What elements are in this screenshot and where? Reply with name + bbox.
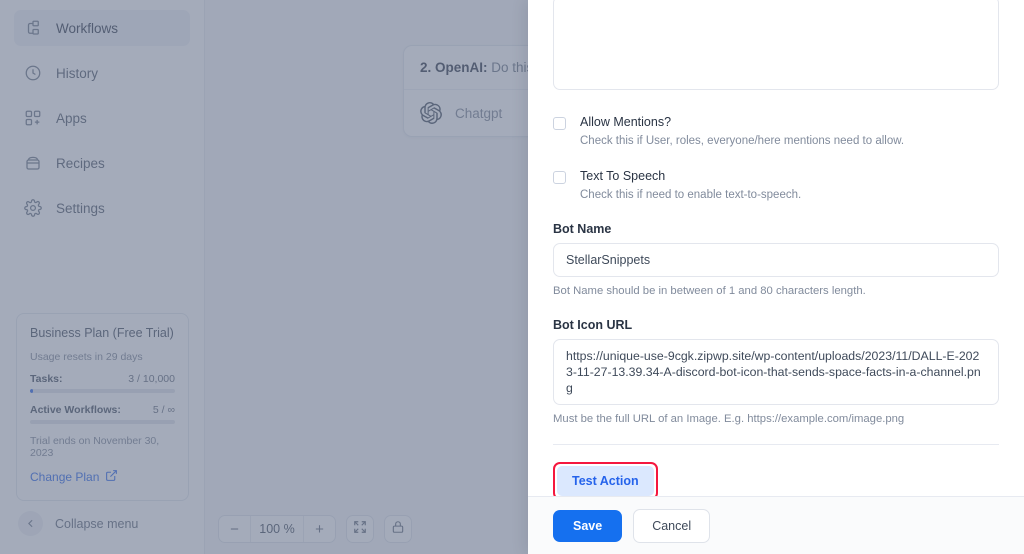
allow-mentions-label: Allow Mentions? — [580, 115, 672, 129]
sidebar-item-settings[interactable]: Settings — [14, 190, 190, 226]
collapse-menu-label: Collapse menu — [55, 516, 139, 531]
zoom-toolbar: − 100 % + — [218, 515, 412, 543]
plan-title: Business Plan (Free Trial) — [30, 326, 174, 340]
zoom-in-button[interactable]: + — [304, 516, 335, 542]
workflow-node-openai[interactable]: 2. OpenAI: Do this Chatgpt — [403, 45, 528, 137]
fit-screen-button[interactable] — [346, 515, 374, 543]
sidebar-item-label: Settings — [56, 200, 105, 216]
apps-icon — [24, 109, 42, 127]
sidebar-item-label: Workflows — [56, 20, 119, 36]
app-root: Workflows History Apps Recipes Settings … — [0, 0, 1024, 554]
node-body: Chatgpt — [404, 90, 528, 136]
bot-icon-url-group: Bot Icon URL https://unique-use-9cgk.zip… — [553, 318, 999, 427]
bot-name-input[interactable] — [553, 243, 999, 277]
trial-end-text: Trial ends on November 30, 2023 — [30, 435, 160, 459]
background-app: Workflows History Apps Recipes Settings … — [0, 0, 528, 554]
recipes-icon — [24, 154, 42, 172]
tasks-label: Tasks: — [30, 373, 63, 385]
external-link-icon — [105, 469, 118, 485]
action-config-panel: Allow Mentions? Check this if User, role… — [528, 0, 1024, 554]
change-plan-label: Change Plan — [30, 470, 100, 484]
panel-scroll-area[interactable]: Allow Mentions? Check this if User, role… — [528, 0, 1024, 496]
change-plan-link[interactable]: Change Plan — [30, 469, 118, 485]
bot-name-group: Bot Name Bot Name should be in between o… — [553, 222, 999, 299]
workflows-progress-track — [30, 420, 175, 424]
sidebar-item-label: Recipes — [56, 155, 105, 171]
history-icon — [24, 64, 42, 82]
usage-reset-text: Usage resets in 29 days — [30, 351, 143, 363]
text-to-speech-row: Text To Speech Check this if need to ena… — [553, 168, 999, 203]
tasks-meter-row: Tasks: 3 / 10,000 — [30, 373, 175, 385]
settings-icon — [24, 199, 42, 217]
sidebar-item-workflows[interactable]: Workflows — [14, 10, 190, 46]
active-workflows-value: 5 / ∞ — [152, 404, 175, 416]
tasks-progress-fill — [30, 389, 33, 393]
lock-canvas-button[interactable] — [384, 515, 412, 543]
fit-screen-icon — [353, 520, 367, 539]
allow-mentions-text: Allow Mentions? Check this if User, role… — [580, 114, 904, 149]
test-action-button[interactable]: Test Action — [557, 466, 654, 496]
tasks-value: 3 / 10,000 — [128, 373, 175, 385]
sidebar-item-recipes[interactable]: Recipes — [14, 145, 190, 181]
allow-mentions-checkbox[interactable] — [553, 117, 566, 130]
chevron-left-icon — [18, 511, 43, 536]
save-button[interactable]: Save — [553, 509, 623, 542]
bot-icon-url-label: Bot Icon URL — [553, 318, 633, 332]
text-to-speech-help: Check this if need to enable text-to-spe… — [580, 189, 802, 201]
allow-mentions-help: Check this if User, roles, everyone/here… — [580, 135, 905, 147]
allow-mentions-row: Allow Mentions? Check this if User, role… — [553, 114, 999, 149]
sidebar-item-label: Apps — [56, 110, 87, 126]
collapse-menu-button[interactable]: Collapse menu — [18, 511, 138, 536]
zoom-out-button[interactable]: − — [219, 516, 250, 542]
text-to-speech-text: Text To Speech Check this if need to ena… — [580, 168, 801, 203]
bot-icon-url-input[interactable]: https://unique-use-9cgk.zipwp.site/wp-co… — [553, 339, 999, 405]
sidebar-item-apps[interactable]: Apps — [14, 100, 190, 136]
test-action-highlight: Test Action — [553, 462, 658, 496]
plan-card: Business Plan (Free Trial) Usage resets … — [16, 313, 189, 501]
tasks-progress-track — [30, 389, 175, 393]
workflows-icon — [24, 19, 42, 37]
zoom-control-group: − 100 % + — [218, 515, 336, 543]
sidebar: Workflows History Apps Recipes Settings … — [0, 0, 205, 554]
node-step-subtitle: Do this — [491, 60, 528, 75]
sidebar-item-label: History — [56, 65, 99, 81]
panel-footer: Save Cancel — [528, 496, 1024, 554]
node-app-name: Chatgpt — [455, 105, 503, 121]
openai-icon — [420, 102, 442, 125]
bot-icon-url-help: Must be the full URL of an Image. E.g. h… — [553, 413, 905, 425]
workflow-canvas[interactable]: 2. OpenAI: Do this Chatgpt − 100 % + — [205, 0, 528, 554]
cancel-button[interactable]: Cancel — [633, 508, 711, 543]
node-header: 2. OpenAI: Do this — [404, 46, 528, 90]
active-workflows-label: Active Workflows: — [30, 404, 121, 416]
sidebar-item-history[interactable]: History — [14, 55, 190, 91]
section-divider — [553, 444, 999, 445]
zoom-level-display: 100 % — [250, 516, 304, 542]
text-to-speech-checkbox[interactable] — [553, 171, 566, 184]
text-to-speech-label: Text To Speech — [580, 169, 666, 183]
bot-name-label: Bot Name — [553, 222, 612, 236]
lock-icon — [391, 520, 405, 539]
bot-name-help: Bot Name should be in between of 1 and 8… — [553, 285, 866, 297]
workflows-meter-row: Active Workflows: 5 / ∞ — [30, 404, 175, 416]
node-step-title: 2. OpenAI: — [420, 60, 488, 75]
sidebar-nav: Workflows History Apps Recipes Settings — [0, 10, 204, 226]
message-textarea[interactable] — [553, 0, 999, 90]
